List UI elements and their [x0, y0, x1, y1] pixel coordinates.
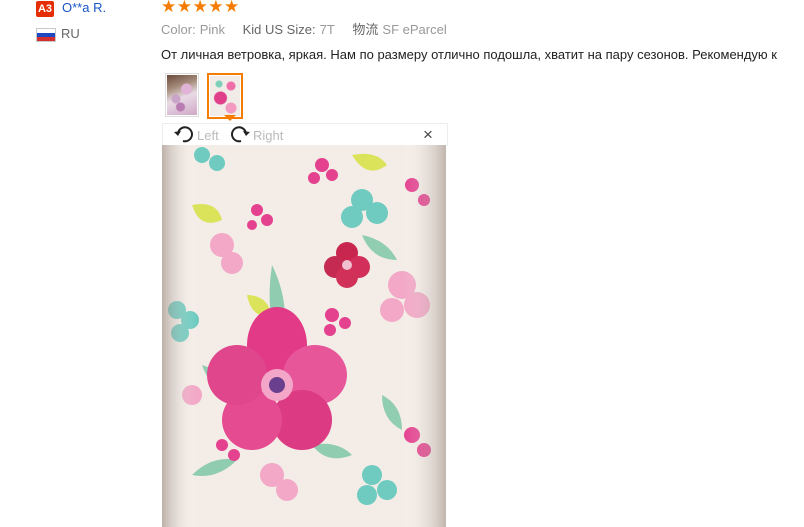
attr-color-value: Pink — [199, 22, 225, 37]
review-photo-thumbnail-2[interactable] — [207, 73, 243, 119]
rotate-right-label: Right — [253, 127, 284, 143]
attr-shipping-label: 物流 — [352, 22, 379, 37]
rotate-right-button[interactable]: Right — [229, 125, 283, 145]
attr-size-value: 7T — [319, 22, 335, 37]
attr-shipping-value: SF eParcel — [382, 22, 447, 37]
photo-viewer-toolbar: Left Right × — [162, 123, 448, 146]
thumbnail-image — [167, 75, 197, 115]
rotate-left-icon — [173, 125, 195, 145]
review-attributes: Color: Pink Kid US Size: 7T 物流 SF eParcel — [161, 22, 461, 38]
country-flag-icon — [36, 28, 56, 42]
review-photo-thumbnail-1[interactable] — [165, 73, 199, 117]
reviewer-initials-badge: A3 — [36, 1, 54, 17]
review-photo-large[interactable] — [162, 145, 446, 527]
rotate-right-icon — [229, 125, 251, 145]
floral-fabric-image — [162, 145, 446, 527]
close-viewer-icon[interactable]: × — [423, 125, 433, 145]
attr-size-label: Kid US Size: — [242, 22, 316, 37]
review-text: От личная ветровка, яркая. Нам по размер… — [161, 47, 777, 62]
star-rating: ★★★★★ — [161, 0, 240, 16]
reviewer-country: RU — [61, 26, 80, 41]
rotate-left-label: Left — [197, 127, 219, 143]
thumbnail-image — [210, 76, 240, 116]
attr-color-label: Color: — [161, 22, 196, 37]
rotate-left-button[interactable]: Left — [173, 125, 219, 145]
reviewer-name-link[interactable]: O**a R. — [62, 0, 106, 16]
selected-thumbnail-indicator — [224, 115, 236, 121]
